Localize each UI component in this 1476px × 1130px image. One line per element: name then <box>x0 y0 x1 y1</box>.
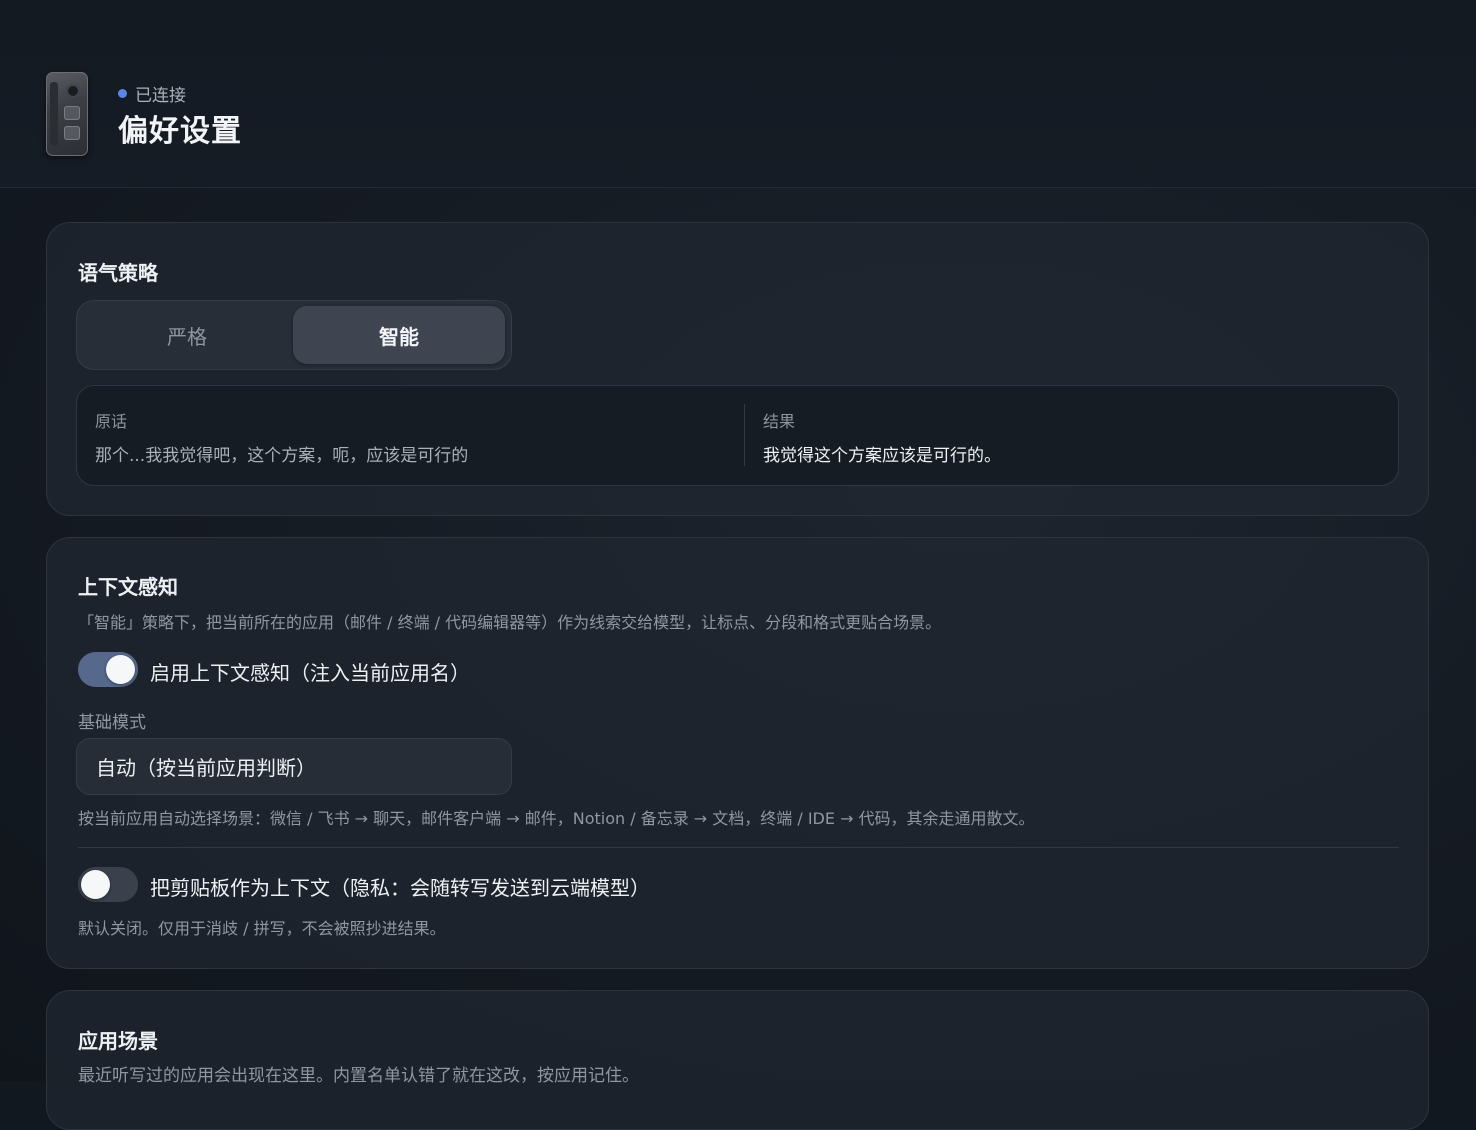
base-mode-value: 自动（按当前应用判断） <box>96 756 316 780</box>
device-strip <box>50 82 58 146</box>
context-awareness-card: 上下文感知 「智能」策略下，把当前所在的应用（邮件 / 终端 / 代码编辑器等）… <box>46 537 1429 969</box>
tone-strategy-title: 语气策略 <box>78 261 158 285</box>
tone-strategy-card: 语气策略 严格 智能 原话 那个...我我觉得吧，这个方案，呃，应该是可行的 结… <box>46 222 1429 516</box>
tone-example-panel: 原话 那个...我我觉得吧，这个方案，呃，应该是可行的 结果 我觉得这个方案应该… <box>76 385 1399 486</box>
original-label: 原话 <box>95 412 128 431</box>
status-dot-icon <box>118 88 127 98</box>
tone-option-smart[interactable]: 智能 <box>293 306 505 364</box>
toggle-knob <box>106 655 135 684</box>
result-text: 我觉得这个方案应该是可行的。 <box>763 446 1001 466</box>
toggle-knob <box>81 870 110 899</box>
original-text: 那个...我我觉得吧，这个方案，呃，应该是可行的 <box>95 446 469 466</box>
context-awareness-title: 上下文感知 <box>78 575 178 599</box>
device-button-top <box>64 106 80 120</box>
device-image <box>46 72 88 156</box>
device-button-bottom <box>64 126 80 140</box>
tone-option-strict[interactable]: 严格 <box>81 306 293 364</box>
tone-segmented-control: 严格 智能 <box>76 300 512 370</box>
page-title: 偏好设置 <box>118 114 242 149</box>
clipboard-context-label[interactable]: 把剪贴板作为上下文（隐私：会随转写发送到云端模型） <box>150 872 650 901</box>
app-scenes-description: 最近听写过的应用会出现在这里。内置名单认错了就在这改，按应用记住。 <box>78 1066 639 1086</box>
connection-status: 已连接 <box>118 81 186 106</box>
app-scenes-title: 应用场景 <box>78 1029 158 1053</box>
base-mode-label: 基础模式 <box>78 713 146 733</box>
clipboard-context-hint: 默认关闭。仅用于消歧 / 拼写，不会被照抄进结果。 <box>78 919 446 938</box>
base-mode-hint: 按当前应用自动选择场景：微信 / 飞书 → 聊天，邮件客户端 → 邮件，Noti… <box>78 809 1035 828</box>
page-header: 已连接 偏好设置 <box>0 0 1476 188</box>
connection-status-text: 已连接 <box>135 85 186 106</box>
section-divider <box>78 847 1399 848</box>
enable-context-label[interactable]: 启用上下文感知（注入当前应用名） <box>150 657 470 686</box>
context-awareness-description: 「智能」策略下，把当前所在的应用（邮件 / 终端 / 代码编辑器等）作为线索交给… <box>78 613 942 632</box>
result-label: 结果 <box>763 412 796 431</box>
base-mode-select[interactable]: 自动（按当前应用判断） <box>76 738 512 795</box>
app-scenes-card: 应用场景 最近听写过的应用会出现在这里。内置名单认错了就在这改，按应用记住。 <box>46 990 1429 1130</box>
enable-context-toggle[interactable] <box>78 652 138 687</box>
compare-divider <box>744 404 745 466</box>
device-camera <box>66 84 80 98</box>
clipboard-context-toggle[interactable] <box>78 867 138 902</box>
